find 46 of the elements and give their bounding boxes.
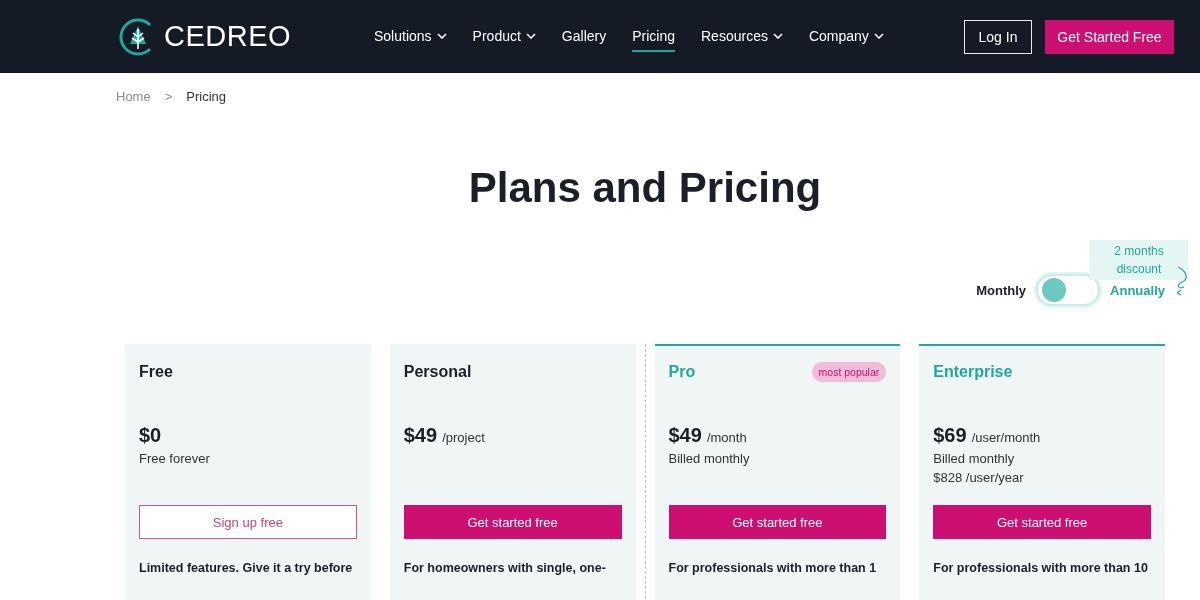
curly-arrow-icon bbox=[1174, 266, 1190, 296]
plan-price: $49 bbox=[668, 424, 702, 447]
chevron-down-icon bbox=[772, 32, 783, 39]
get-started-button[interactable]: Get Started Free bbox=[1045, 19, 1174, 54]
price-unit: /month bbox=[706, 430, 747, 445]
popular-badge: most popular bbox=[811, 362, 887, 382]
plan-description: For professionals with more than 1 bbox=[668, 561, 878, 575]
price-unit: /user/month bbox=[971, 430, 1041, 445]
page-title: Plans and Pricing bbox=[467, 164, 823, 212]
nav-link[interactable]: Solutions bbox=[374, 21, 447, 52]
plan-description: Limited features. Give it a try before bbox=[139, 561, 354, 575]
plan-price: $0 bbox=[139, 424, 162, 447]
login-button[interactable]: Log In bbox=[964, 19, 1032, 54]
plan-name: Personal bbox=[403, 363, 472, 381]
chevron-down-icon bbox=[436, 32, 447, 39]
nav-link[interactable]: Resources bbox=[701, 21, 783, 52]
billing-toggle[interactable] bbox=[1036, 274, 1101, 306]
plan-button[interactable]: Sign up free bbox=[139, 505, 357, 539]
plan-name: Pro bbox=[668, 363, 696, 381]
annually-label: Annually bbox=[1110, 282, 1165, 298]
plan-button[interactable]: Get started free bbox=[403, 505, 622, 539]
billing-detail: Billed monthly bbox=[933, 451, 1016, 466]
billing-detail: Free forever bbox=[139, 451, 211, 466]
price-unit: /project bbox=[442, 430, 485, 445]
plan-button[interactable]: Get started free bbox=[933, 505, 1151, 539]
plan-name: Enterprise bbox=[933, 363, 1013, 381]
breadcrumb-separator: > bbox=[164, 89, 173, 104]
breadcrumb-link[interactable]: Home bbox=[116, 89, 151, 104]
monthly-label: Monthly bbox=[976, 282, 1027, 298]
plan-price: $49 bbox=[403, 424, 438, 447]
plan-button[interactable]: Get started free bbox=[668, 505, 887, 539]
plan-price: $69 bbox=[933, 424, 967, 447]
billing-detail: Billed monthly bbox=[668, 451, 751, 466]
logo-text: CEDREO bbox=[164, 20, 292, 53]
nav-link[interactable]: Company bbox=[808, 21, 884, 52]
billing-detail: $828 /user/year bbox=[933, 470, 1025, 485]
nav-link[interactable]: Pricing bbox=[632, 21, 675, 52]
chevron-down-icon bbox=[873, 32, 884, 39]
nav-link[interactable]: Gallery bbox=[561, 21, 607, 52]
nav-link[interactable]: Product bbox=[472, 21, 536, 52]
breadcrumb-link[interactable]: Pricing bbox=[186, 89, 227, 104]
discount-note: 2 months discount bbox=[1090, 240, 1188, 280]
plan-name: Free bbox=[139, 363, 173, 381]
plan-description: For professionals with more than 10 bbox=[933, 561, 1149, 575]
chevron-down-icon bbox=[525, 32, 536, 39]
plan-description: For homeowners with single, one- bbox=[403, 561, 607, 575]
